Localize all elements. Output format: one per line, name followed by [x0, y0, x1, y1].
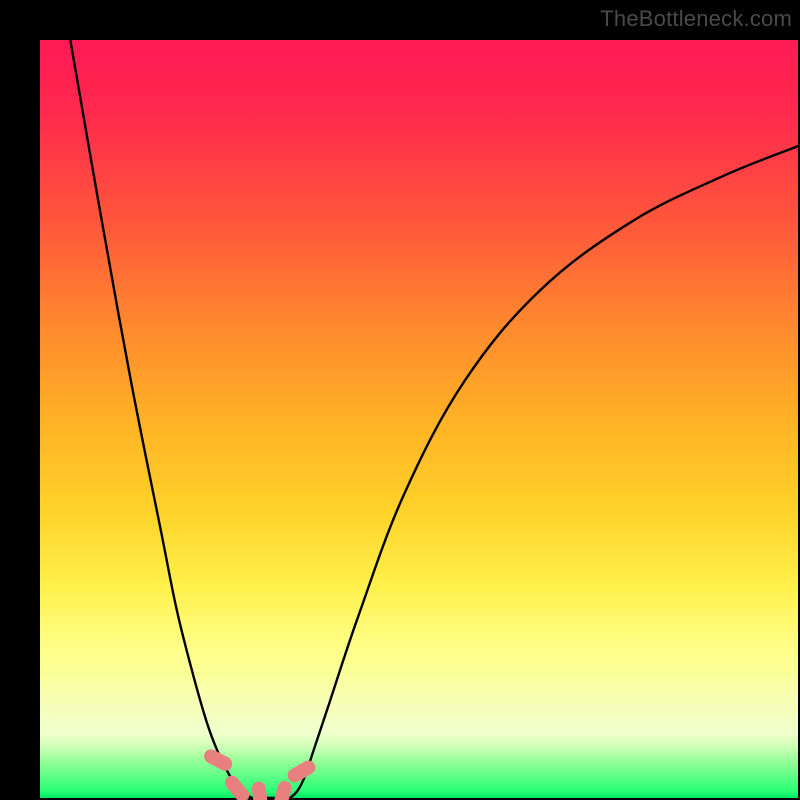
watermark-text: TheBottleneck.com	[600, 6, 792, 32]
curve-right-branch	[290, 146, 798, 798]
valley-marker-2	[251, 781, 269, 800]
chart-frame: TheBottleneck.com	[0, 0, 800, 800]
valley-marker-1	[222, 773, 252, 800]
valley-marker-4	[285, 758, 318, 785]
curve-layer	[40, 40, 798, 798]
curve-left-branch	[70, 40, 252, 798]
